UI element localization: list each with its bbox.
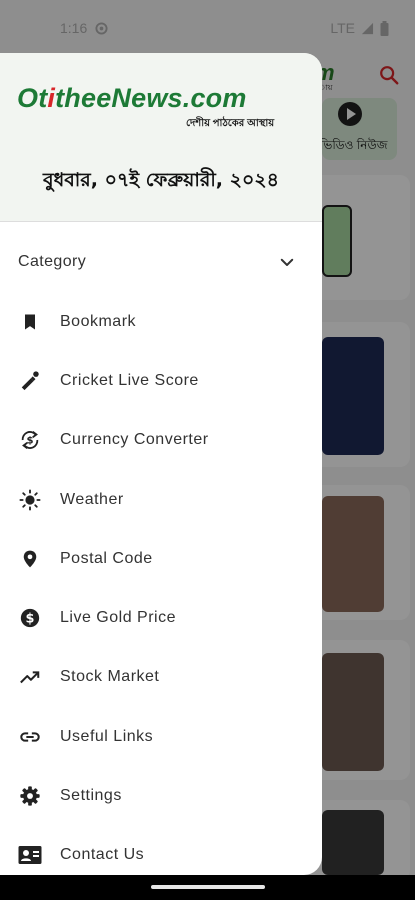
brand-logo: OtitheeNews.com	[17, 83, 247, 113]
contact-card-icon	[18, 843, 42, 867]
menu-item-contact-us[interactable]: Contact Us	[0, 826, 322, 875]
menu-item-label: Weather	[60, 490, 124, 508]
menu-item-cricket-live-score[interactable]: Cricket Live Score	[0, 351, 322, 410]
menu-item-settings[interactable]: Settings	[0, 766, 322, 825]
drawer-header: OtitheeNews.com দেশীয় পাঠকের আস্থায় বু…	[0, 53, 322, 222]
menu-item-label: Live Gold Price	[60, 609, 176, 627]
navigation-drawer: OtitheeNews.com দেশীয় পাঠকের আস্থায় বু…	[0, 53, 322, 875]
menu-item-weather[interactable]: Weather	[0, 470, 322, 529]
battery-icon	[380, 20, 389, 36]
drawer-menu: Bookmark Cricket Live Score $ Currency C…	[0, 292, 322, 875]
status-time: 1:16	[60, 20, 88, 36]
notification-icon	[95, 21, 108, 35]
svg-text:$: $	[26, 436, 33, 447]
location-pin-icon	[18, 547, 42, 571]
trending-up-icon	[18, 665, 42, 689]
signal-icon	[361, 22, 374, 34]
brand-tagline: দেশীয় পাঠকের আস্থায়	[186, 118, 275, 129]
dollar-circle-icon: $	[18, 606, 42, 630]
network-type: LTE	[330, 20, 355, 36]
category-label: Category	[18, 253, 87, 270]
link-icon	[18, 725, 42, 749]
menu-item-bookmark[interactable]: Bookmark	[0, 292, 322, 351]
chevron-down-icon	[280, 258, 294, 266]
gear-icon	[18, 784, 42, 808]
svg-text:$: $	[26, 612, 35, 627]
menu-item-label: Cricket Live Score	[60, 371, 199, 389]
menu-item-currency-converter[interactable]: $ Currency Converter	[0, 411, 322, 470]
bookmark-icon	[18, 310, 42, 334]
menu-item-label: Postal Code	[60, 549, 153, 567]
sun-icon	[18, 488, 42, 512]
currency-exchange-icon: $	[18, 428, 42, 452]
menu-item-stock-market[interactable]: Stock Market	[0, 648, 322, 707]
menu-item-label: Currency Converter	[60, 431, 209, 449]
menu-item-useful-links[interactable]: Useful Links	[0, 707, 322, 766]
menu-item-label: Useful Links	[60, 727, 154, 745]
menu-item-label: Contact Us	[60, 846, 145, 864]
menu-item-label: Settings	[60, 787, 122, 805]
menu-item-label: Bookmark	[60, 312, 137, 330]
home-gesture-handle[interactable]	[151, 885, 265, 889]
menu-item-label: Stock Market	[60, 668, 160, 686]
status-bar: 1:16 LTE	[0, 0, 415, 56]
current-date: বুধবার, ০৭ই ফেব্রুয়ারী, ২০২৪	[43, 169, 279, 191]
menu-item-live-gold-price[interactable]: $ Live Gold Price	[0, 588, 322, 647]
cricket-icon	[18, 369, 42, 393]
category-dropdown[interactable]: Category	[0, 234, 322, 290]
menu-item-postal-code[interactable]: Postal Code	[0, 529, 322, 588]
